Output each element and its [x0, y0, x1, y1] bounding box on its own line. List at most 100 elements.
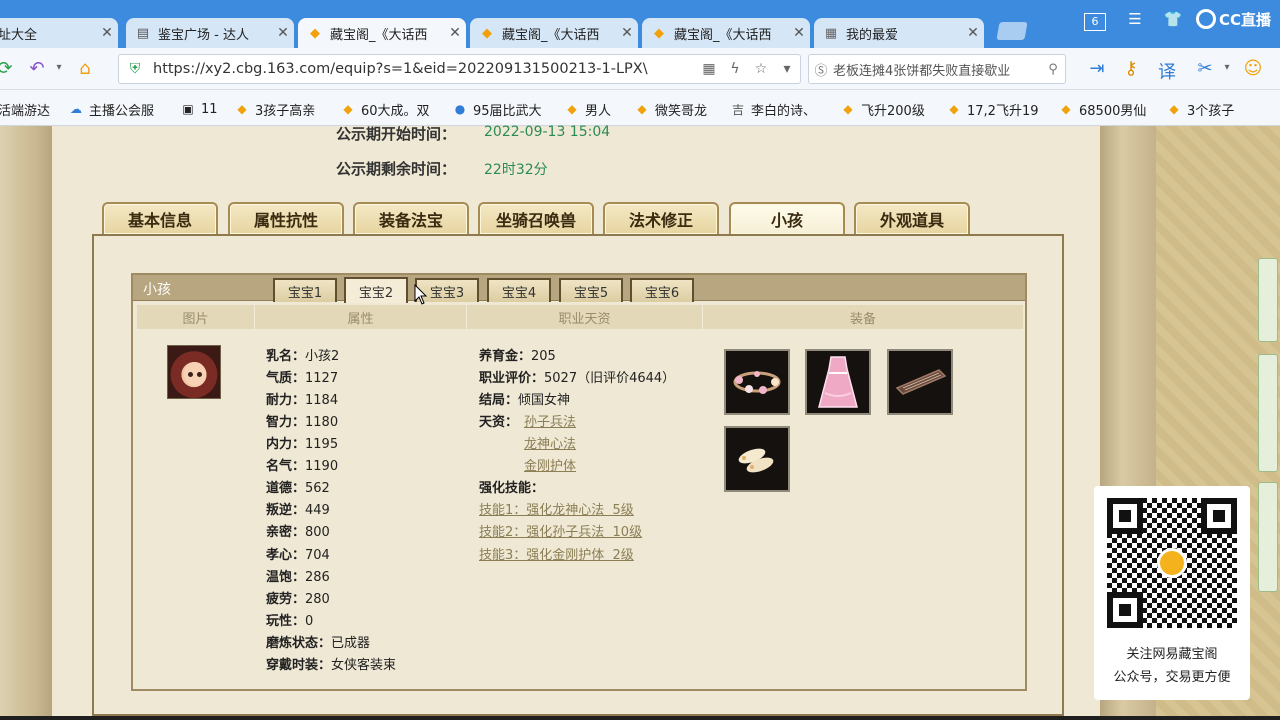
close-icon[interactable]: ✕	[962, 25, 984, 41]
bookmark-item[interactable]: ◆ 3孩子高亲	[234, 99, 315, 119]
skill-link[interactable]: 技能3：强化金刚护体 2级	[479, 544, 634, 563]
tab-baby-4[interactable]: 宝宝4	[487, 278, 551, 302]
browser-tab[interactable]: ◆ 藏宝阁_《大话西 ✕	[470, 18, 638, 48]
cbg-logo-icon	[1157, 548, 1187, 578]
home-icon[interactable]: ⌂	[74, 58, 96, 79]
bookmark-item[interactable]: ◆ 68500男仙	[1058, 99, 1146, 119]
bookmark-item[interactable]: 吉李白的诗、	[730, 99, 816, 119]
talent-link[interactable]: 龙神心法	[524, 433, 576, 452]
column-header-attributes: 属性	[255, 305, 467, 329]
chevron-down-icon[interactable]: ▾	[1216, 62, 1238, 73]
close-icon[interactable]: ✕	[444, 25, 466, 41]
bookmark-item[interactable]: ◆ 60大成。双	[340, 99, 429, 119]
menu-icon[interactable]: ☰	[1124, 10, 1146, 28]
attr-row: 耐力：1184	[266, 389, 338, 408]
attr-value: 已成器	[331, 636, 371, 651]
bookmark-item[interactable]: ◆ 飞升200级	[840, 99, 924, 119]
attr-row: 道德：562	[266, 477, 330, 496]
key-icon[interactable]: ⚷	[1120, 58, 1142, 79]
skill-link[interactable]: 技能2：强化孙子兵法 10级	[479, 521, 642, 540]
refresh-icon[interactable]: ⟳	[0, 58, 16, 79]
side-floating-tab[interactable]	[1258, 482, 1278, 592]
cbg-icon: ◆	[1061, 102, 1071, 116]
equipment-slot[interactable]	[724, 349, 790, 415]
browser-tab[interactable]: ◆ 藏宝阁_《大话西 ✕	[642, 18, 810, 48]
search-icon[interactable]: ⚲	[1041, 62, 1065, 77]
attr-value: 449	[305, 503, 330, 518]
bookmark-item[interactable]: ☁ 主播公会服	[68, 99, 154, 119]
bookmark-item[interactable]: ● 95届比武大	[452, 99, 542, 119]
url-text: https://xy2.cbg.163.com/equip?s=1&eid=20…	[153, 61, 648, 77]
tab-label: 我的最爱	[846, 27, 899, 43]
new-tab-button[interactable]	[996, 22, 1028, 40]
talent-link[interactable]: 金刚护体	[524, 455, 576, 474]
attr-label: 温饱：	[266, 570, 306, 585]
bookmark-item[interactable]: ◆ 3个孩子	[1166, 99, 1234, 119]
tab-label: 鉴宝广场 - 达人	[158, 27, 249, 43]
browser-tab[interactable]: ▤ 鉴宝广场 - 达人 ✕	[126, 18, 294, 48]
cbg-icon: ◆	[237, 102, 247, 116]
tab-equipment[interactable]: 装备法宝	[353, 202, 469, 234]
tab-spell-correction[interactable]: 法术修正	[603, 202, 719, 234]
side-floating-tab[interactable]	[1258, 354, 1278, 472]
tab-baby-6[interactable]: 宝宝6	[630, 278, 694, 302]
equipment-slot[interactable]	[887, 349, 953, 415]
star-icon[interactable]: ☆	[748, 61, 774, 77]
talent-link[interactable]: 孙子兵法	[524, 411, 576, 430]
shirt-icon[interactable]: 👕	[1162, 10, 1184, 28]
qr-icon[interactable]: ▦	[696, 61, 722, 77]
bookmark-label: 3个孩子	[1187, 103, 1235, 119]
browser-tab[interactable]: ▦ 我的最爱 ✕	[814, 18, 984, 48]
translate-icon[interactable]: 译	[1156, 58, 1178, 84]
bookmark-item[interactable]: ◆ 微笑哥龙	[634, 99, 707, 119]
guqin-icon	[895, 369, 947, 395]
equipment-slot[interactable]	[724, 426, 790, 492]
equipment-slot[interactable]	[805, 349, 871, 415]
scissors-icon[interactable]: ✂	[1194, 58, 1216, 79]
column-header-image: 图片	[137, 305, 255, 329]
cbg-icon: ◆	[949, 102, 959, 116]
tab-counter[interactable]: 6	[1084, 13, 1106, 31]
tab-children[interactable]: 小孩	[729, 202, 845, 234]
prof-value: 205	[531, 349, 556, 364]
bookmark-item[interactable]: ▣ 11	[180, 99, 217, 119]
child-avatar	[167, 345, 221, 399]
tab-panel: 小孩 宝宝1 宝宝2 宝宝3 宝宝4 宝宝5 宝宝6 图片 属性 职业天资 装备	[92, 234, 1064, 716]
bookmark-item[interactable]: ◆ 17,2飞升19	[946, 99, 1038, 119]
browser-tab-active[interactable]: ◆ 藏宝阁_《大话西 ✕	[298, 18, 466, 48]
tab-appearance[interactable]: 外观道具	[854, 202, 970, 234]
chevron-down-icon[interactable]: ▾	[774, 61, 800, 77]
undo-icon[interactable]: ↶	[26, 58, 48, 79]
chevron-down-icon[interactable]: ▾	[48, 62, 70, 73]
url-input[interactable]: ⛨ https://xy2.cbg.163.com/equip?s=1&eid=…	[118, 54, 801, 84]
image-icon: ▣	[182, 102, 194, 116]
attr-row: 温饱：286	[266, 566, 330, 585]
browser-tab[interactable]: 址大全 ✕	[0, 18, 118, 48]
tab-attributes[interactable]: 属性抗性	[228, 202, 344, 234]
shield-icon: ⛨	[129, 61, 141, 77]
attr-label: 内力：	[266, 437, 306, 452]
side-floating-tab[interactable]	[1258, 258, 1278, 342]
tab-basic-info[interactable]: 基本信息	[102, 202, 218, 234]
attr-value: 小孩2	[305, 349, 340, 364]
web-page: 公示期开始时间： 2022-09-13 15:04 公示期剩余时间： 22时32…	[0, 124, 1280, 716]
tab-baby-5[interactable]: 宝宝5	[559, 278, 623, 302]
close-icon[interactable]: ✕	[616, 25, 638, 41]
tab-baby-1[interactable]: 宝宝1	[273, 278, 337, 302]
bookmark-item[interactable]: ◆ 男人	[564, 99, 611, 119]
skill-link[interactable]: 技能1：强化龙神心法 5级	[479, 499, 634, 518]
lightning-icon[interactable]: ϟ	[722, 61, 748, 77]
close-icon[interactable]: ✕	[272, 25, 294, 41]
search-input[interactable]: Ⓢ 老板连摊4张饼都失败直接歇业 ⚲	[808, 54, 1066, 84]
attr-value: 1190	[305, 459, 339, 474]
tab-mounts-pets[interactable]: 坐骑召唤兽	[478, 202, 594, 234]
avatar-eye	[197, 372, 202, 377]
cbg-icon: ◆	[482, 25, 492, 41]
avatar-eye	[188, 372, 193, 377]
close-icon[interactable]: ✕	[788, 25, 810, 41]
close-icon[interactable]: ✕	[96, 25, 118, 41]
login-icon[interactable]: ⇥	[1086, 58, 1108, 79]
tab-baby-2[interactable]: 宝宝2	[344, 277, 408, 303]
smiley-icon[interactable]: ☺	[1242, 58, 1264, 79]
bookmark-item[interactable]: 活端游达	[0, 99, 50, 119]
